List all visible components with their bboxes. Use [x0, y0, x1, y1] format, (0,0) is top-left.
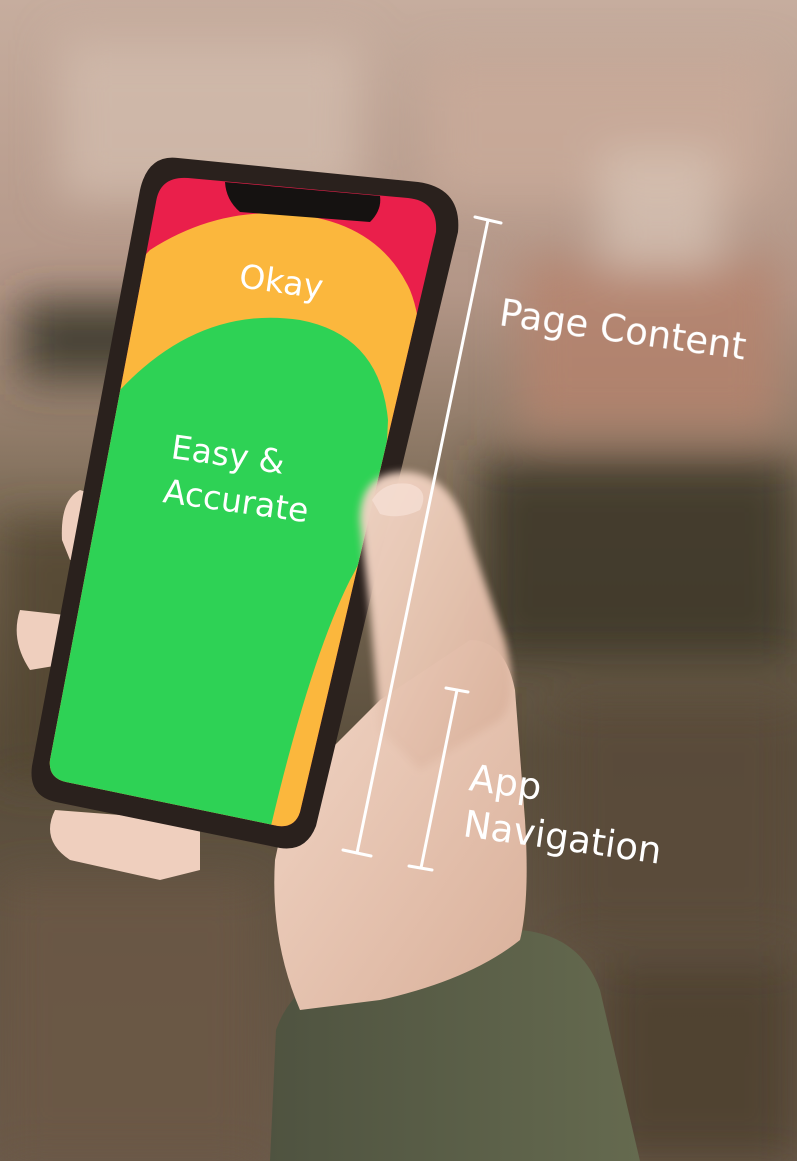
photo-scene: Okay Easy & Accurate Page Content App Na… [0, 0, 797, 1161]
